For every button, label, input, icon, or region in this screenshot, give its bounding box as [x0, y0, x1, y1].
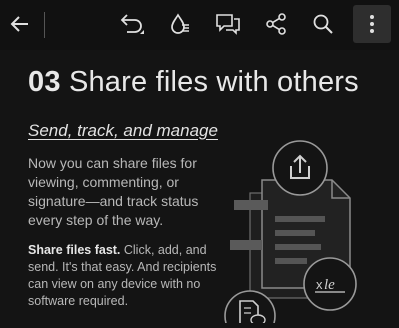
share-button[interactable] [256, 4, 296, 44]
comment-icon [216, 14, 240, 35]
ink-icon [171, 13, 189, 34]
intro-paragraph: Now you can share files for viewing, com… [28, 155, 199, 228]
back-button[interactable] [0, 4, 40, 44]
more-options-button[interactable] [353, 5, 391, 43]
page-title: 03 Share files with others [28, 66, 359, 99]
detail-paragraph: Share files fast. Click, add, and send. … [28, 242, 233, 310]
toolbar-divider [44, 12, 45, 38]
search-button[interactable] [303, 4, 343, 44]
more-vertical-icon [370, 15, 374, 33]
back-arrow-icon [10, 16, 28, 32]
text-line-block [234, 200, 268, 210]
title-text: Share files with others [68, 66, 359, 98]
undo-button[interactable] [112, 4, 152, 44]
ink-tool-button[interactable] [160, 4, 200, 44]
title-number: 03 [28, 66, 61, 98]
document-page: 03 Share files with others Send, track, … [0, 50, 399, 328]
detail-lead: Share files fast. [28, 243, 121, 257]
share-illustration: x le [224, 140, 357, 323]
share-icon [266, 13, 286, 35]
svg-text:le: le [324, 277, 335, 293]
top-toolbar [0, 0, 399, 50]
undo-icon [120, 14, 144, 34]
search-icon [313, 14, 333, 34]
svg-text:x: x [316, 277, 323, 292]
comment-button[interactable] [208, 4, 248, 44]
section-subtitle: Send, track, and manage [28, 121, 218, 140]
